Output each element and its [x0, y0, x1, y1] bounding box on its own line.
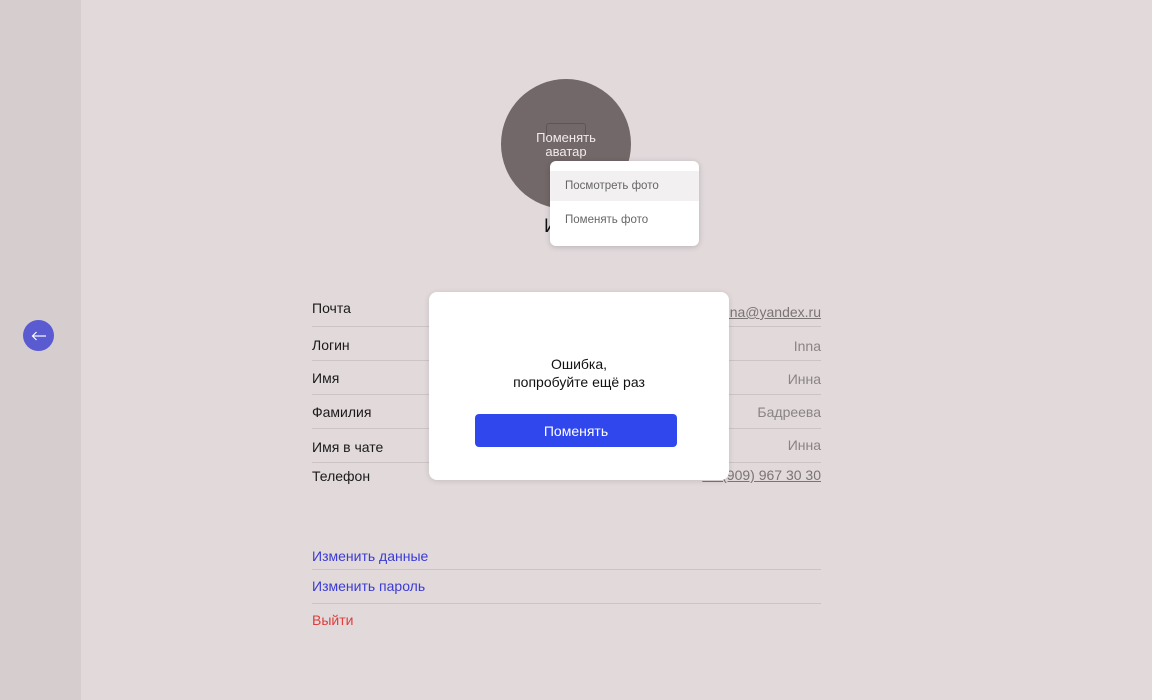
field-value: inna@yandex.ru [718, 304, 821, 320]
field-label: Почта [312, 300, 351, 316]
avatar-change-label-line2: аватар [545, 144, 587, 159]
field-label: Фамилия [312, 404, 372, 420]
field-value: Inna [793, 338, 821, 354]
avatar-change-label-line1: Поменять [536, 130, 596, 145]
change-button[interactable]: Поменять [475, 414, 677, 447]
avatar-popup-menu: Посмотреть фото Поменять фото [550, 161, 699, 246]
avatar-change-label: Поменять аватар [501, 131, 631, 159]
arrow-left-icon [31, 331, 46, 340]
field-value: Бадреева [757, 404, 821, 420]
field-value: Инна [787, 437, 821, 453]
field-value: Инна [787, 371, 821, 387]
change-password-link[interactable]: Изменить пароль [312, 578, 425, 594]
field-label: Имя [312, 370, 340, 386]
error-message-line1: Ошибка, [550, 356, 608, 372]
menu-item-change-photo[interactable]: Поменять фото [550, 205, 699, 235]
error-message: Ошибка, попробуйте ещё раз [429, 355, 729, 391]
logout-link[interactable]: Выйти [312, 612, 353, 628]
error-modal: Ошибка, попробуйте ещё раз Поменять [429, 292, 729, 480]
field-label: Телефон [312, 468, 371, 484]
divider [312, 603, 821, 604]
menu-item-view-photo[interactable]: Посмотреть фото [550, 171, 699, 201]
sidebar [0, 0, 81, 700]
field-label: Имя в чате [312, 439, 384, 455]
divider [312, 569, 821, 570]
edit-data-link[interactable]: Изменить данные [312, 548, 428, 564]
error-message-line2: попробуйте ещё раз [513, 374, 645, 390]
field-label: Логин [312, 337, 350, 353]
back-button[interactable] [23, 320, 54, 351]
